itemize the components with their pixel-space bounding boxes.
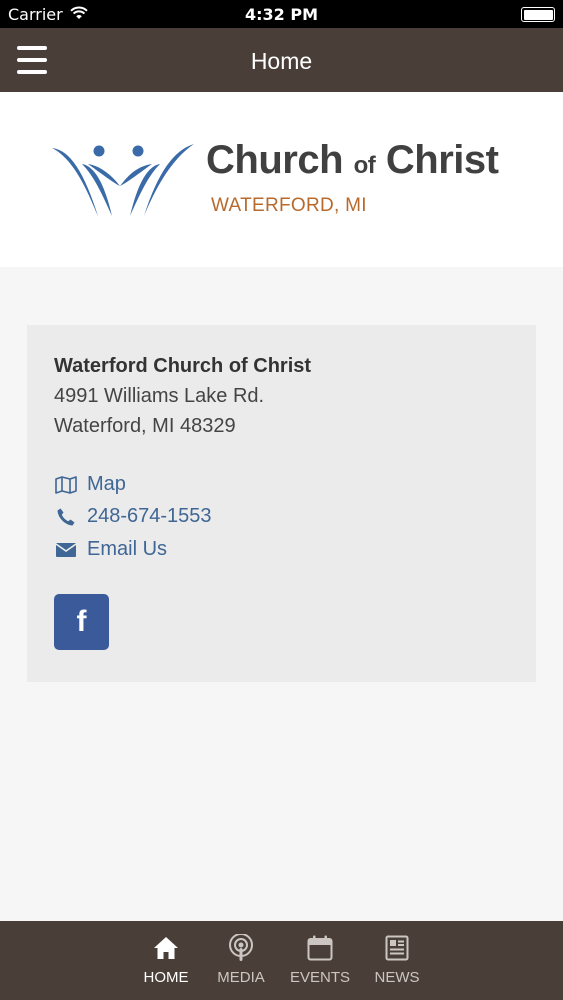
nav-bar: Home <box>0 28 563 92</box>
tab-news[interactable]: NEWS <box>361 921 433 1000</box>
map-icon <box>54 473 77 496</box>
church-logo-icon <box>52 144 194 216</box>
logo-title-church: Church <box>206 138 344 182</box>
envelope-icon <box>54 538 77 561</box>
podcast-icon <box>227 934 255 962</box>
phone-link-label: 248-674-1553 <box>87 505 212 527</box>
status-bar: Carrier 4:32 PM <box>0 0 563 28</box>
tab-events[interactable]: EVENTS <box>284 921 356 1000</box>
contact-card: Waterford Church of Christ 4991 Williams… <box>27 325 536 682</box>
tab-bar: HOME MEDIA EVENTS NEWS <box>0 921 563 1000</box>
logo-title-of: of <box>353 152 376 179</box>
address-street: 4991 Williams Lake Rd. <box>54 385 265 407</box>
logo-subtitle: WATERFORD, MI <box>211 195 367 216</box>
phone-icon <box>54 505 77 528</box>
tab-home[interactable]: HOME <box>130 921 202 1000</box>
tab-news-label: NEWS <box>374 969 420 986</box>
home-icon <box>152 934 180 962</box>
logo-title-christ: Christ <box>385 138 499 182</box>
email-link-label: Email Us <box>87 538 168 560</box>
email-link[interactable]: Email Us <box>54 538 167 561</box>
church-name: Waterford Church of Christ <box>54 355 312 377</box>
map-link-label: Map <box>87 473 126 495</box>
tab-media[interactable]: MEDIA <box>205 921 277 1000</box>
logo-banner: Church of Christ WATERFORD, MI <box>0 92 563 267</box>
phone-link[interactable]: 248-674-1553 <box>54 505 212 528</box>
page-title: Home <box>250 48 313 74</box>
facebook-button[interactable]: f <box>54 594 109 650</box>
map-link[interactable]: Map <box>54 473 126 496</box>
facebook-icon: f <box>76 605 87 638</box>
status-time: 4:32 PM <box>244 5 318 24</box>
logo-title: Church of Christ <box>206 138 499 183</box>
battery-icon <box>521 7 555 22</box>
calendar-icon <box>306 934 334 962</box>
newspaper-icon <box>383 934 411 962</box>
address-city: Waterford, MI 48329 <box>54 415 236 437</box>
